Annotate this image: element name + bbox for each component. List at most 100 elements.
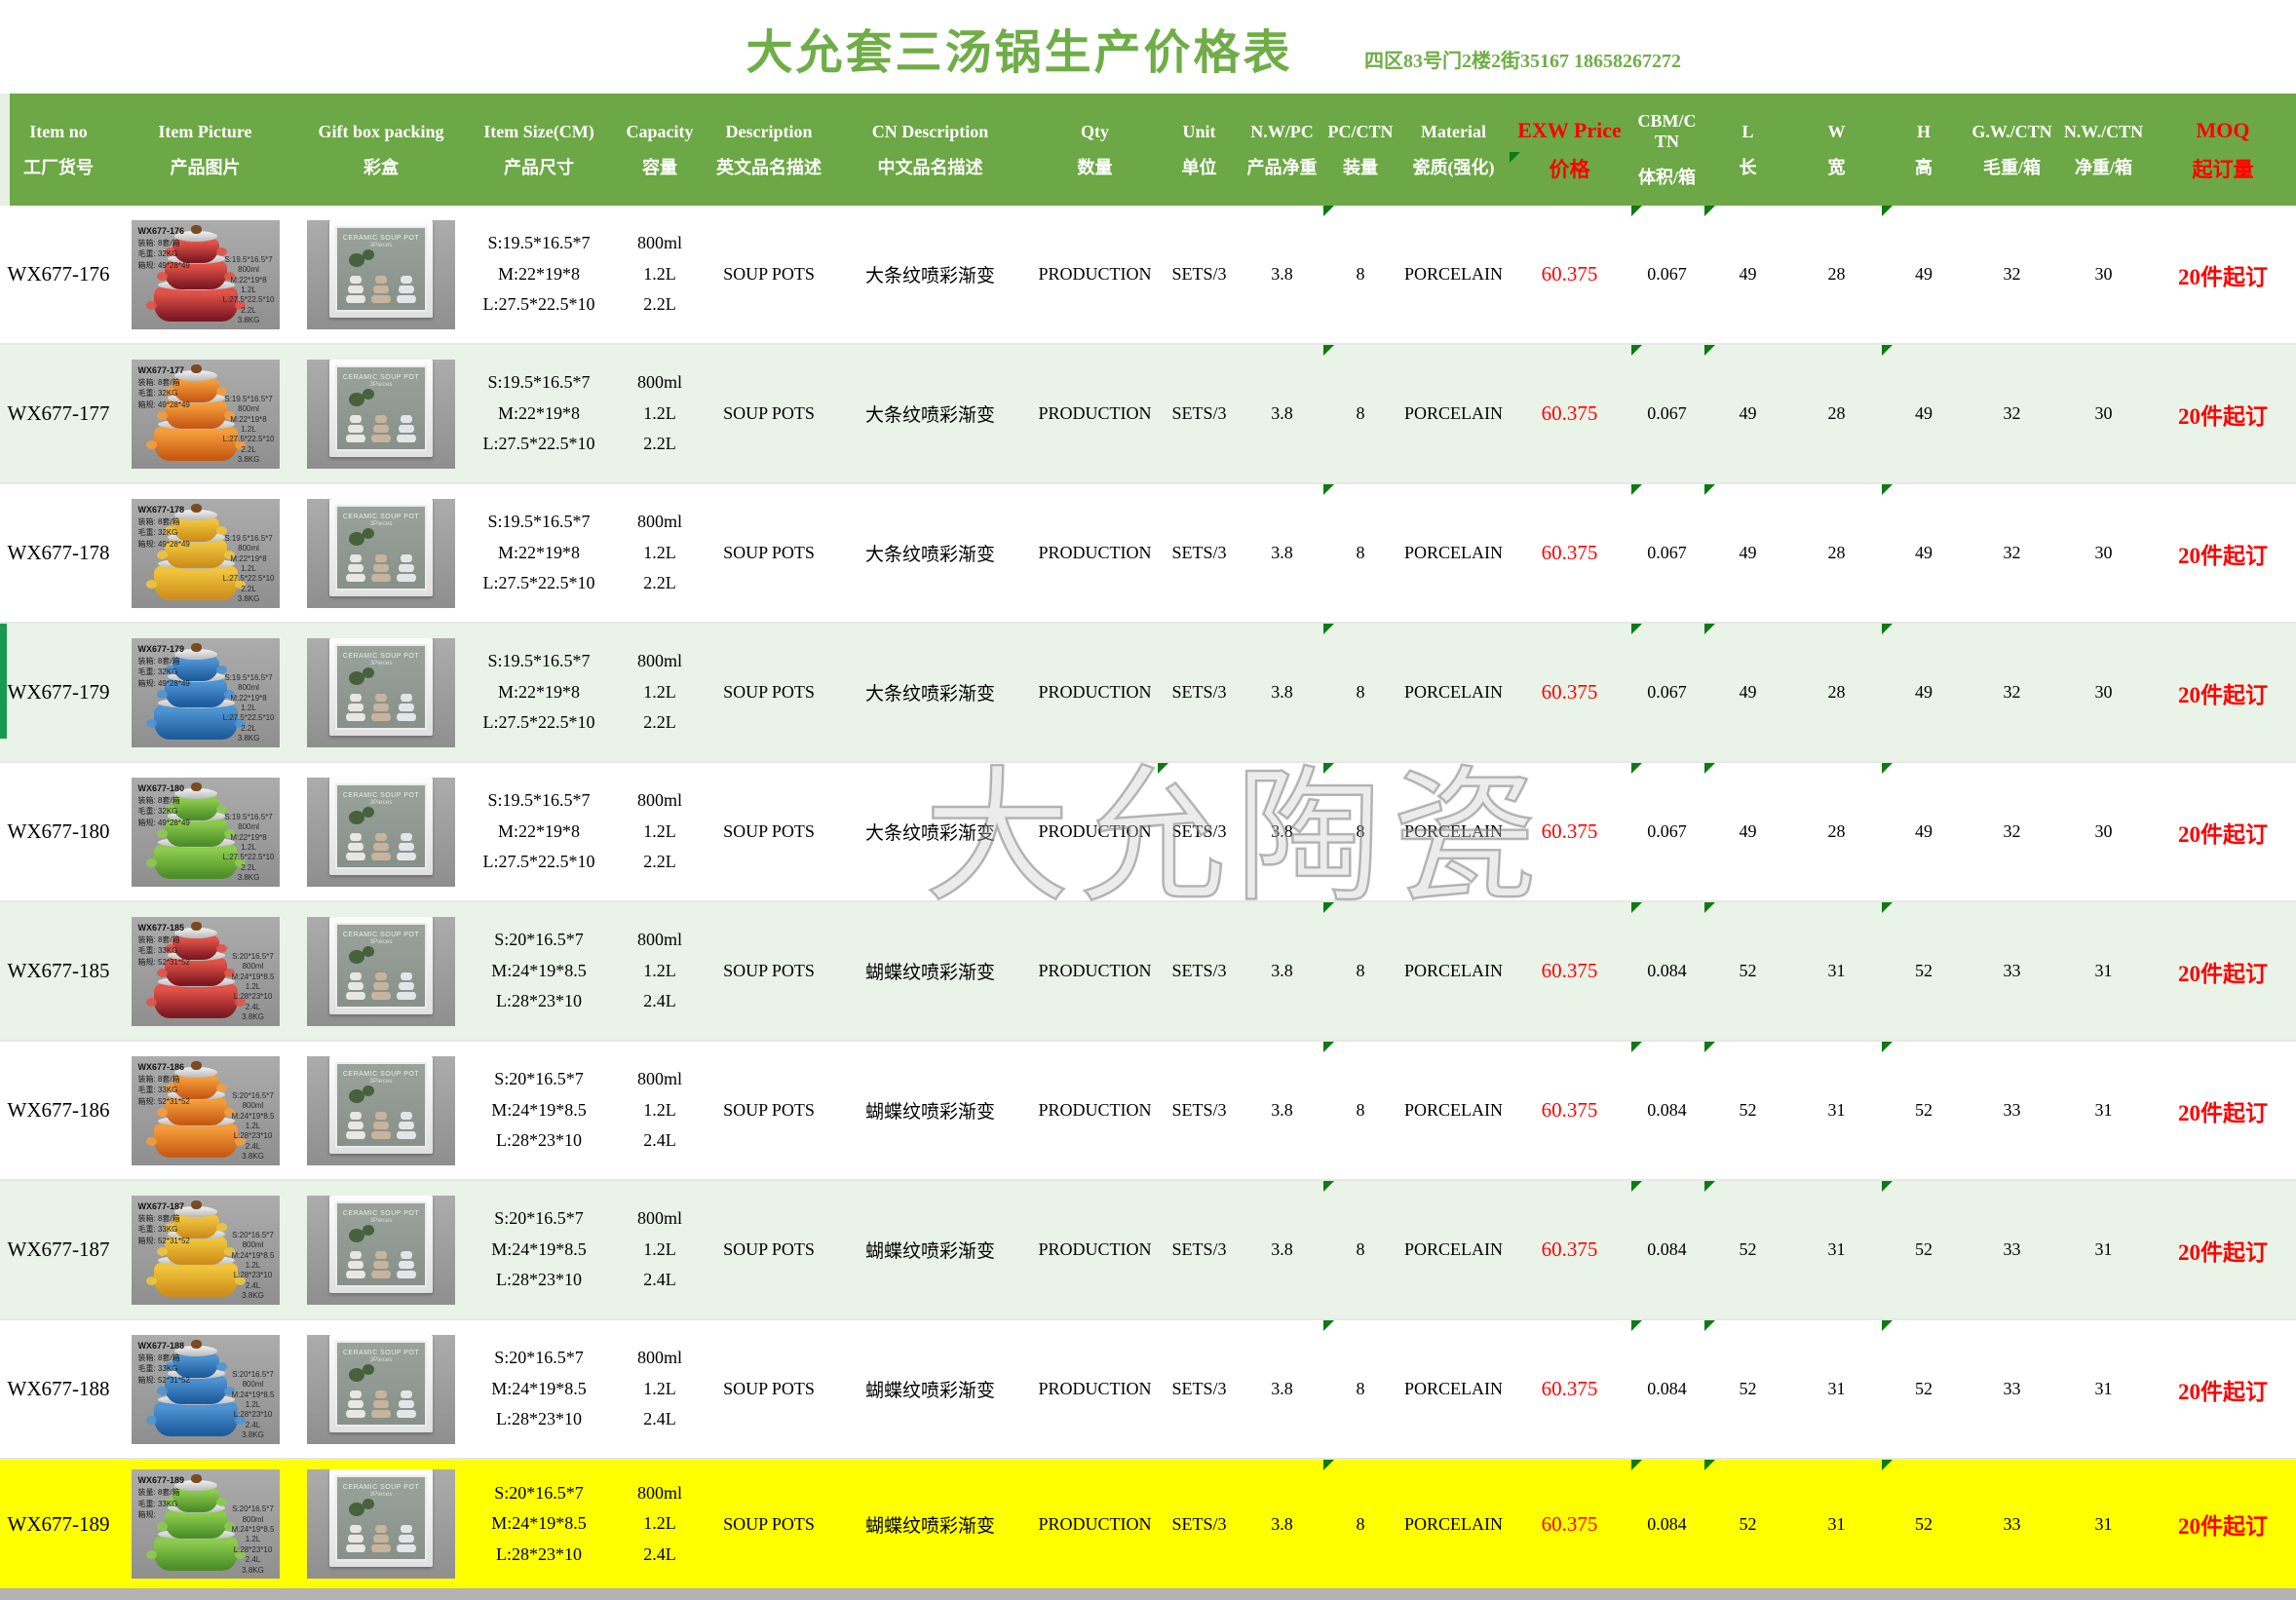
mini-pot xyxy=(348,1400,364,1408)
cell-h: 52 xyxy=(1881,1181,1967,1318)
cell-flag-icon xyxy=(1704,902,1715,913)
cell-gw: 33 xyxy=(1967,1181,2057,1318)
cell-flag-icon xyxy=(1158,763,1168,774)
cell-price: 60.375 xyxy=(1509,206,1630,343)
mini-pot xyxy=(375,1525,387,1533)
gift-box-photo: CERAMIC SOUP POT3Pieces xyxy=(307,220,455,329)
gift-box-front: CERAMIC SOUP POT3Pieces xyxy=(335,923,427,1009)
pot-handle xyxy=(216,944,227,953)
column-header-en: N.W./CTN xyxy=(2064,122,2143,142)
title-bar: 大允套三汤锅生产价格表 四区83号门2楼2街35167 18658267272 xyxy=(0,0,2296,94)
mini-pot-stack xyxy=(371,972,391,1000)
mini-pot xyxy=(346,1544,365,1552)
pot-knob xyxy=(191,782,202,791)
photo-item-id: WX677-176 xyxy=(138,225,190,238)
cell-l: 49 xyxy=(1703,345,1792,482)
mini-pots-art xyxy=(346,415,416,442)
column-header-pc: PC/CTN装量 xyxy=(1322,94,1398,206)
mini-pot xyxy=(399,425,414,433)
cell-flag-icon xyxy=(1882,624,1893,634)
pot-handle xyxy=(157,829,168,838)
cell-l: 49 xyxy=(1703,763,1792,900)
gift-box-front: CERAMIC SOUP POT3Pieces xyxy=(335,226,427,312)
photo-packing-note: 装箱: 8套/箱 毛重: 32KG 箱规: 49*28*49 xyxy=(138,517,190,549)
cell-box: CERAMIC SOUP POT3Pieces xyxy=(293,484,469,622)
cell-flag-icon xyxy=(1704,206,1715,216)
cell-nw: 3.8 xyxy=(1242,206,1322,343)
mini-pot xyxy=(346,435,365,442)
cell-unit: SETS/3 xyxy=(1157,484,1242,622)
gift-box-front: CERAMIC SOUP POT3Pieces xyxy=(335,1062,427,1148)
cell-flag-icon xyxy=(1323,763,1334,774)
photo-size-note: S:20*16.5*7 800ml M:24*19*8.5 1.2L L:28*… xyxy=(231,1370,274,1441)
gift-box-photo: CERAMIC SOUP POT3Pieces xyxy=(307,917,455,1026)
photo-annotation: WX677-185装箱: 8套/箱 毛重: 33KG 箱规: 52*31*52 xyxy=(138,922,190,969)
column-header-l: L长 xyxy=(1703,94,1792,206)
page-subtitle: 四区83号门2楼2街35167 18658267272 xyxy=(1364,45,1681,73)
cell-flag-icon xyxy=(1323,1042,1334,1052)
cell-flag-icon xyxy=(1631,1042,1642,1052)
cell-unit: SETS/3 xyxy=(1157,1042,1242,1179)
mini-pot xyxy=(375,972,387,980)
pot-knob xyxy=(191,643,202,652)
cell-nw: 3.8 xyxy=(1242,1042,1322,1179)
gift-box-front: CERAMIC SOUP POT3Pieces xyxy=(335,365,427,451)
cell-mat: PORCELAIN xyxy=(1398,345,1509,482)
gift-box-front: CERAMIC SOUP POT3Pieces xyxy=(335,1341,427,1427)
column-header-cn: 单位 xyxy=(1182,158,1217,178)
gift-box-pieces-label: 3Pieces xyxy=(337,1356,425,1363)
pot-handle xyxy=(146,719,157,728)
mini-pot xyxy=(373,425,389,433)
gift-box-front: CERAMIC SOUP POT3Pieces xyxy=(335,644,427,730)
column-header-cn: 数量 xyxy=(1078,158,1113,178)
column-header-en: CBM/CTN xyxy=(1633,111,1701,151)
cell-h: 52 xyxy=(1881,1042,1967,1179)
table-body: WX677-176WX677-176装箱: 8套/箱 毛重: 32KG 箱规: … xyxy=(0,206,2296,1588)
mini-pot-stack xyxy=(371,1525,391,1552)
gift-box-pieces-label: 3Pieces xyxy=(337,1491,425,1498)
product-photo: WX677-176装箱: 8套/箱 毛重: 32KG 箱规: 49*28*49S… xyxy=(132,220,280,329)
column-header-w: W宽 xyxy=(1792,94,1881,206)
cell-cap: 800ml 1.2L 2.2L xyxy=(609,624,710,761)
cell-cbm: 0.067 xyxy=(1630,206,1703,343)
cell-nw: 3.8 xyxy=(1242,1460,1322,1588)
mini-pot xyxy=(348,1261,364,1269)
cell-cbm: 0.067 xyxy=(1630,763,1703,900)
mini-pot xyxy=(397,574,416,582)
mini-pot-stack xyxy=(371,833,391,860)
column-header-cn: 毛重/箱 xyxy=(1983,158,2041,178)
cell-desc: SOUP POTS xyxy=(710,484,827,622)
product-photo: WX677-186装箱: 8套/箱 毛重: 33KG 箱规: 52*31*52S… xyxy=(132,1056,280,1165)
mini-pot xyxy=(346,574,365,582)
page-title: 大允套三汤锅生产价格表 xyxy=(746,14,1292,82)
cell-pc: 8 xyxy=(1322,1320,1398,1458)
mini-pot xyxy=(375,694,387,702)
cell-cbm: 0.067 xyxy=(1630,484,1703,622)
plant-decoration xyxy=(363,1499,374,1509)
product-photo: WX677-180装箱: 8套/箱 毛重: 32KG 箱规: 49*28*49S… xyxy=(132,778,280,887)
cell-flag-icon xyxy=(1704,1320,1715,1331)
cell-flag-icon xyxy=(1323,1320,1334,1331)
column-header-nw: N.W/PC产品净重 xyxy=(1242,94,1322,206)
mini-pot xyxy=(371,1410,391,1418)
cell-gw: 32 xyxy=(1967,624,2057,761)
cell-unit: SETS/3 xyxy=(1157,1181,1242,1318)
gift-box-illustration: CERAMIC SOUP POT3Pieces xyxy=(329,1196,433,1293)
cell-l: 52 xyxy=(1703,1181,1792,1318)
cell-cbm: 0.084 xyxy=(1630,1181,1703,1318)
mini-pot-stack xyxy=(346,833,365,860)
cell-cndesc: 蝴蝶纹喷彩渐变 xyxy=(827,902,1033,1040)
cell-pic: WX677-177装箱: 8套/箱 毛重: 32KG 箱规: 49*28*49S… xyxy=(117,345,293,482)
column-header-cn: 产品尺寸 xyxy=(504,158,574,178)
cell-pic: WX677-187装箱: 8套/箱 毛重: 33KG 箱规: 52*31*52S… xyxy=(117,1181,293,1318)
pot-handle xyxy=(157,1247,168,1256)
mini-pot xyxy=(350,554,362,562)
mini-pots-art xyxy=(346,1251,416,1278)
mini-pot xyxy=(371,435,391,442)
cell-moq: 20件起订 xyxy=(2150,206,2296,343)
cell-l: 52 xyxy=(1703,1460,1792,1588)
cell-pic: WX677-178装箱: 8套/箱 毛重: 32KG 箱规: 49*28*49S… xyxy=(117,484,293,622)
gift-box-pieces-label: 3Pieces xyxy=(337,520,425,527)
column-header-cn: 宽 xyxy=(1828,158,1846,178)
mini-pot-stack xyxy=(397,1390,416,1418)
